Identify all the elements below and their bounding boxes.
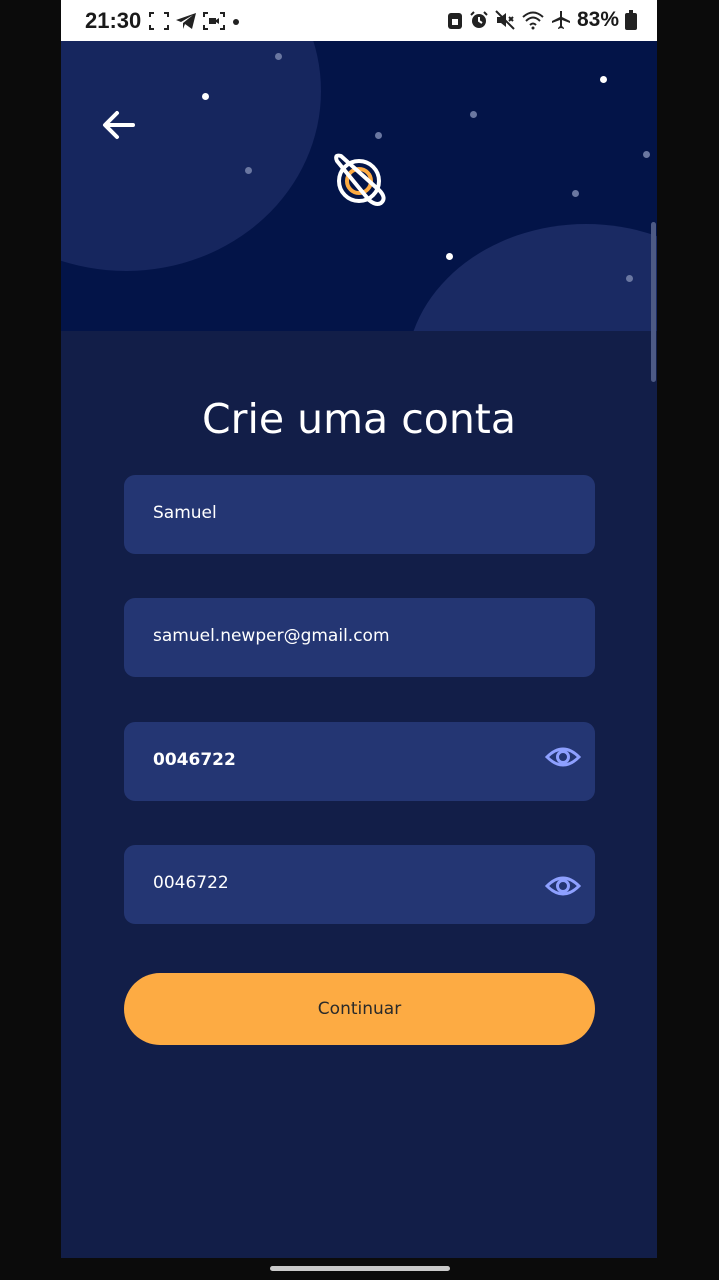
arrow-left-icon [103, 111, 135, 139]
battery-icon [625, 10, 637, 30]
password-field[interactable]: 0046722 [124, 722, 595, 801]
star [572, 190, 579, 197]
header-banner [61, 41, 657, 331]
star [470, 111, 477, 118]
star [600, 76, 607, 83]
name-field-value: Samuel [153, 503, 217, 523]
screen-record-icon [203, 12, 225, 30]
star [245, 167, 252, 174]
status-right-icons: 83% [447, 8, 637, 32]
airplane-icon [551, 11, 570, 29]
continue-button[interactable]: Continuar [124, 973, 595, 1045]
confirm-password-field[interactable]: 0046722 [124, 845, 595, 924]
battery-percent: 83% [576, 8, 619, 31]
background-planet-right [406, 224, 657, 331]
eye-icon[interactable] [545, 744, 581, 770]
page-title: Crie uma conta [201, 395, 517, 443]
dot-icon [233, 19, 239, 25]
eye-icon[interactable] [545, 873, 581, 899]
star [446, 253, 453, 260]
star [375, 132, 382, 139]
star [626, 275, 633, 282]
star [275, 53, 282, 60]
alarm-icon [470, 11, 488, 28]
mute-icon [495, 10, 515, 30]
telegram-icon [176, 13, 196, 29]
screenshot-icon [149, 12, 169, 30]
scrollbar[interactable] [651, 222, 656, 382]
email-field[interactable]: samuel.newper@gmail.com [124, 598, 595, 677]
status-time: 21:30 [85, 8, 142, 33]
star [643, 151, 650, 158]
background-planet-left [61, 41, 321, 271]
status-bar: 21:30 83% [61, 0, 657, 41]
app-screen: 21:30 83% Crie uma conta Samuel samuel.n… [61, 0, 657, 1258]
status-left-icons [149, 12, 241, 30]
gesture-navigation-bar[interactable] [270, 1266, 450, 1271]
confirm-password-field-value: 0046722 [153, 873, 229, 893]
star [202, 93, 209, 100]
name-field[interactable]: Samuel [124, 475, 595, 554]
planet-logo-icon [334, 153, 386, 206]
wifi-icon [522, 11, 544, 30]
password-field-value: 0046722 [153, 750, 236, 770]
email-field-value: samuel.newper@gmail.com [153, 626, 390, 646]
lock-icon [447, 13, 462, 29]
back-button[interactable] [99, 107, 139, 143]
